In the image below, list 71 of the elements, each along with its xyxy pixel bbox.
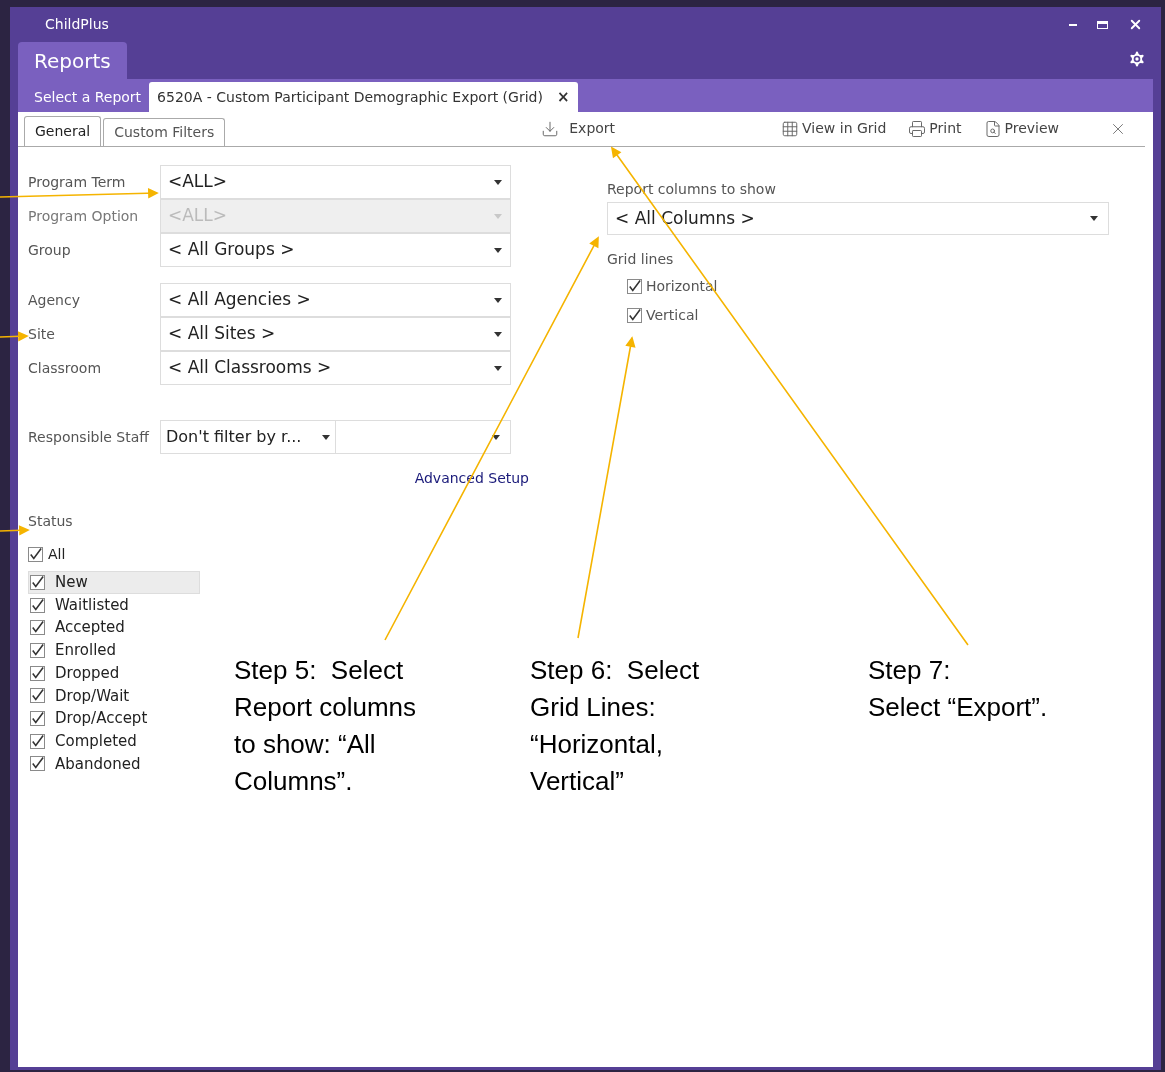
checkbox-row[interactable]: All: [28, 544, 598, 565]
dropdown[interactable]: < All Groups >: [160, 233, 511, 267]
checkbox-row[interactable]: Dropped: [28, 661, 200, 685]
window-title: ChildPlus: [45, 15, 109, 34]
checkbox[interactable]: [627, 308, 642, 323]
document-search-icon: [983, 119, 1002, 138]
dropdown-caret-icon: [322, 434, 330, 440]
section-label: Status: [28, 512, 74, 531]
document-tab[interactable]: Select a Report: [26, 82, 150, 112]
checkbox[interactable]: [30, 710, 45, 726]
printer-icon: [908, 119, 927, 138]
dropdown[interactable]: < All Classrooms >: [160, 351, 511, 385]
field-label: Agency: [28, 292, 80, 308]
minimize-icon[interactable]: [1069, 23, 1077, 26]
checkbox-row[interactable]: Abandoned: [28, 752, 200, 776]
checkbox[interactable]: [30, 597, 45, 613]
checkbox-row[interactable]: Accepted: [28, 616, 200, 640]
toolbar-button[interactable]: Preview: [983, 118, 1060, 139]
field-label: Program Option: [28, 208, 139, 224]
dropdown-caret-icon: [494, 247, 502, 253]
app-tab[interactable]: Reports: [18, 42, 127, 79]
section-label: Grid lines: [607, 250, 675, 269]
field-label: Site: [28, 326, 55, 342]
checkbox[interactable]: [30, 620, 45, 636]
grid-icon: [781, 119, 800, 138]
annotation-text: Step 7: Select “Export”.: [868, 654, 1048, 724]
form-tab[interactable]: Custom Filters: [103, 118, 226, 146]
checkbox-row[interactable]: Drop/Wait: [28, 684, 200, 708]
dropdown-caret-icon: [494, 213, 502, 219]
dropdown[interactable]: Don't filter by r...: [160, 420, 336, 454]
checkbox[interactable]: [30, 642, 45, 658]
maximize-icon[interactable]: [1097, 20, 1108, 29]
checkbox-row[interactable]: Waitlisted: [28, 593, 200, 617]
checkbox[interactable]: [28, 547, 43, 562]
close-tab-icon[interactable]: ×: [556, 85, 570, 109]
annotation-text: Step 5: Select Report columns to show: “All Columns”.: [234, 654, 417, 798]
annotation-text: Step 6: Select Grid Lines: “Horizontal, Vertical”: [530, 654, 700, 798]
checkbox[interactable]: [30, 665, 45, 681]
checkbox-row[interactable]: Drop/Accept: [28, 707, 200, 730]
dropdown[interactable]: <ALL>: [160, 165, 511, 199]
checkbox[interactable]: [30, 733, 45, 749]
dropdown-caret-icon: [494, 297, 502, 303]
checkbox-row[interactable]: Completed: [28, 729, 200, 753]
checkbox[interactable]: [627, 279, 642, 294]
field-label: Program Term: [28, 174, 126, 190]
dropdown[interactable]: < All Agencies >: [160, 283, 511, 317]
toolbar-button[interactable]: Export: [541, 118, 616, 139]
dropdown-caret-icon: [494, 365, 502, 371]
form-tab[interactable]: General: [24, 116, 102, 146]
dropdown[interactable]: < All Columns >: [607, 202, 1109, 235]
checkbox-row[interactable]: Enrolled: [28, 639, 200, 662]
dropdown-caret-icon: [1090, 216, 1098, 221]
checkbox-row[interactable]: New: [28, 571, 200, 594]
toolbar-button[interactable]: View in Grid: [781, 118, 887, 139]
checkbox-row[interactable]: Vertical: [627, 305, 1109, 326]
dropdown[interactable]: < All Sites >: [160, 317, 511, 351]
document-tab[interactable]: 6520A - Custom Participant Demographic Export (Grid) ×: [149, 82, 578, 112]
dropdown-caret-icon: [494, 331, 502, 337]
settings-icon[interactable]: [1127, 49, 1147, 69]
field-label: Classroom: [28, 360, 102, 376]
checkbox[interactable]: [30, 574, 45, 590]
field-label: Group: [28, 242, 71, 258]
toolbar-button[interactable]: Print: [908, 118, 962, 139]
dropdown-caret-icon: [494, 179, 502, 185]
download-icon: [541, 119, 560, 138]
checkbox[interactable]: [30, 688, 45, 704]
checkbox[interactable]: [30, 756, 45, 772]
annotation-arrow: [0, 525, 29, 536]
close-icon[interactable]: [1128, 17, 1143, 32]
annotation-arrow: [0, 331, 28, 342]
field-label: Responsible Staff: [28, 429, 149, 445]
